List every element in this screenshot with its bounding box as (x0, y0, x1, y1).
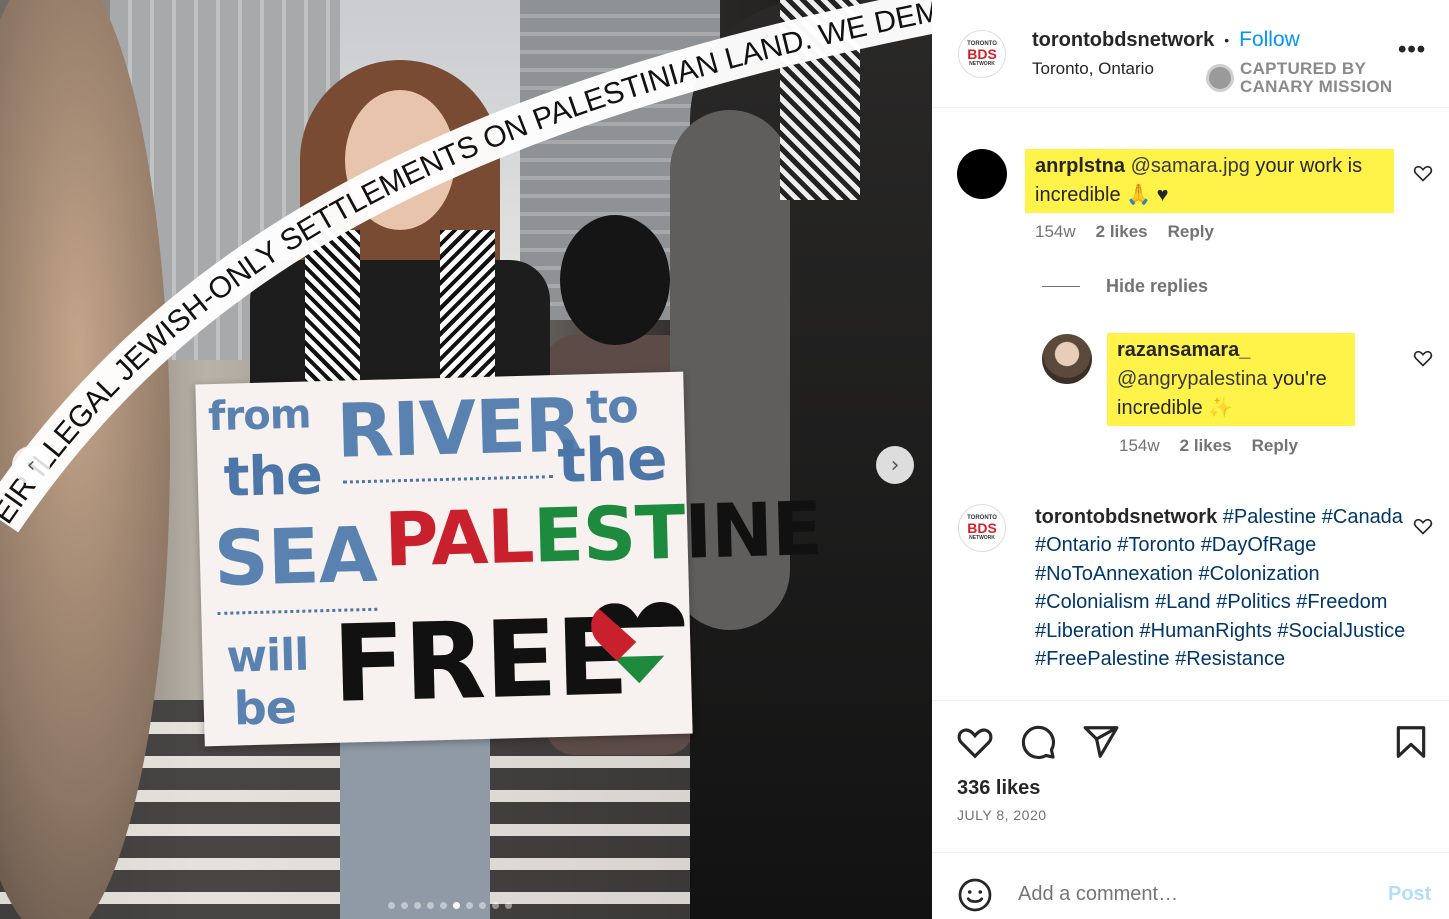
comment-username[interactable]: razansamara_ (1117, 339, 1250, 361)
hashtag-link[interactable]: #HumanRights (1140, 620, 1272, 642)
hide-replies-button[interactable]: Hide replies (1042, 276, 1208, 297)
hashtag-link[interactable]: #Land (1155, 591, 1211, 613)
carousel-dot (414, 902, 421, 909)
hashtag-link[interactable]: #Liberation (1035, 620, 1134, 642)
hashtag-link[interactable]: #Toronto (1117, 534, 1195, 556)
comment-likes[interactable]: 2 likes (1180, 436, 1232, 456)
comment-text: razansamara_ @angrypalestina you're incr… (1107, 333, 1355, 426)
hashtag-link[interactable]: #Palestine (1223, 506, 1316, 528)
post-button[interactable]: Post (1388, 883, 1431, 906)
hashtag-link[interactable]: #Colonization (1198, 563, 1319, 585)
post-caption: torontobdsnetwork #Palestine #Canada #On… (1035, 503, 1435, 673)
hashtag-link[interactable]: #Resistance (1175, 648, 1285, 670)
post-sidebar: TORONTO BDS NETWORK torontobdsnetwork • … (932, 0, 1449, 919)
post-date[interactable]: JULY 8, 2020 (957, 807, 1047, 823)
username[interactable]: torontobdsnetwork (1032, 29, 1214, 52)
comment-age: 154w (1035, 222, 1076, 241)
carousel-dot (388, 902, 395, 909)
comment-age: 154w (1119, 436, 1160, 455)
carousel-dot (427, 902, 434, 909)
hashtag-link[interactable]: #Ontario (1035, 534, 1112, 556)
avatar[interactable] (957, 149, 1007, 199)
carousel-dot (466, 902, 473, 909)
post-header: TORONTO BDS NETWORK torontobdsnetwork • … (932, 0, 1449, 108)
heart-icon[interactable] (1413, 163, 1433, 183)
comment-username[interactable]: anrplstna (1035, 155, 1125, 177)
chevron-right-icon[interactable]: › (876, 446, 914, 484)
hashtag-link[interactable]: #Politics (1216, 591, 1290, 613)
post-actions: 336 likes JULY 8, 2020 (932, 700, 1449, 852)
heart-icon[interactable] (1413, 348, 1433, 368)
carousel-dot (401, 902, 408, 909)
overlay-text-arc: EIR ILLEGAL JEWISH-ONLY SETTLEMENTS ON P… (0, 0, 932, 533)
divider (1042, 286, 1080, 287)
caption-username[interactable]: torontobdsnetwork (1035, 506, 1217, 528)
heart-icon[interactable] (1413, 516, 1433, 536)
header-title-row: torontobdsnetwork • Follow (1032, 28, 1300, 52)
follow-button[interactable]: Follow (1239, 28, 1300, 52)
avatar[interactable] (1042, 334, 1092, 384)
hashtag-link[interactable]: #FreePalestine (1035, 648, 1170, 670)
hashtag-link[interactable]: #DayOfRage (1201, 534, 1317, 556)
hashtag-link[interactable]: #Freedom (1296, 591, 1387, 613)
hashtag-link[interactable]: #Canada (1322, 506, 1403, 528)
emoji-icon[interactable] (957, 877, 993, 913)
heart-icon[interactable] (956, 723, 994, 761)
likes-count[interactable]: 336 likes (957, 777, 1040, 800)
more-icon[interactable]: ••• (1398, 36, 1426, 64)
comment-text: anrplstna @samara.jpg your work is incre… (1025, 149, 1394, 213)
chevron-left-icon[interactable]: ‹ (12, 446, 50, 484)
comment-meta: 154w 2 likes Reply (1119, 436, 1298, 456)
post-photo[interactable]: from RIVER to the the SEA PALESTINE will… (0, 0, 932, 919)
comments-list[interactable]: anrplstna @samara.jpg your work is incre… (932, 109, 1449, 699)
arc-text: EIR ILLEGAL JEWISH-ONLY SETTLEMENTS ON P… (0, 0, 932, 530)
hashtag-link[interactable]: #SocialJustice (1277, 620, 1405, 642)
svg-text:EIR ILLEGAL JEWISH-ONLY SETTLE: EIR ILLEGAL JEWISH-ONLY SETTLEMENTS ON P… (0, 0, 932, 530)
avatar[interactable]: TORONTO BDS NETWORK (958, 504, 1006, 552)
comment-likes[interactable]: 2 likes (1096, 222, 1148, 242)
mention-link[interactable]: @samara.jpg (1131, 155, 1250, 177)
carousel-dot (440, 902, 447, 909)
mention-link[interactable]: @angrypalestina (1117, 368, 1267, 390)
share-icon[interactable] (1082, 723, 1120, 761)
separator: • (1224, 32, 1230, 48)
location-link[interactable]: Toronto, Ontario (1032, 59, 1154, 79)
carousel-dot (492, 902, 499, 909)
carousel-dot (479, 902, 486, 909)
hashtag-link[interactable]: #Colonialism (1035, 591, 1150, 613)
add-comment-bar: Post (932, 852, 1449, 919)
comment-input[interactable] (1018, 883, 1318, 906)
canary-logo-icon (1206, 64, 1234, 92)
reply-button[interactable]: Reply (1252, 436, 1298, 456)
carousel-dot (453, 902, 460, 909)
bookmark-icon[interactable] (1392, 723, 1430, 761)
comment-icon[interactable] (1019, 723, 1057, 761)
watermark: CAPTURED BY CANARY MISSION (1206, 60, 1393, 96)
carousel-dot (505, 902, 512, 909)
hashtag-link[interactable]: #NoToAnnexation (1035, 563, 1193, 585)
reply-button[interactable]: Reply (1168, 222, 1214, 242)
avatar[interactable]: TORONTO BDS NETWORK (958, 30, 1006, 78)
comment-meta: 154w 2 likes Reply (1035, 222, 1214, 242)
carousel-dots (388, 902, 512, 909)
